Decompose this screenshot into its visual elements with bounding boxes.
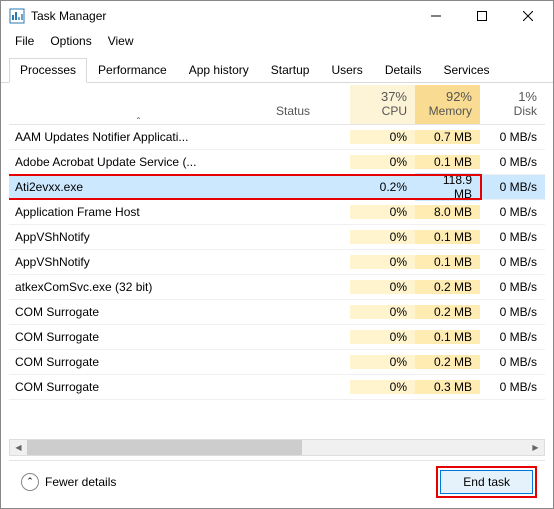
app-icon [9,8,25,24]
process-cpu: 0% [350,280,415,294]
process-name: AppVShNotify [9,230,268,244]
fewer-details-button[interactable]: ⌃ Fewer details [21,473,116,491]
process-disk: 0 MB/s [480,155,545,169]
menubar: File Options View [1,31,553,51]
column-status[interactable]: Status [268,100,350,124]
menu-view[interactable]: View [100,32,142,50]
process-memory: 118.9 MB [415,173,480,201]
process-name: COM Surrogate [9,355,268,369]
process-cpu: 0.2% [350,180,415,194]
table-row[interactable]: Application Frame Host 0%8.0 MB0 MB/s [9,200,545,225]
window-title: Task Manager [31,9,413,23]
table-row[interactable]: Adobe Acrobat Update Service (... 0%0.1 M… [9,150,545,175]
process-name: COM Surrogate [9,305,268,319]
process-memory: 0.7 MB [415,130,480,144]
table-row[interactable]: AAM Updates Notifier Applicati... 0%0.7 M… [9,125,545,150]
process-disk: 0 MB/s [480,180,545,194]
process-name: AppVShNotify [9,255,268,269]
process-memory: 0.3 MB [415,380,480,394]
process-memory: 0.1 MB [415,330,480,344]
process-memory: 0.1 MB [415,230,480,244]
process-cpu: 0% [350,355,415,369]
process-name: COM Surrogate [9,330,268,344]
process-memory: 0.2 MB [415,355,480,369]
sort-asc-icon: ⌃ [135,116,142,125]
chevron-up-icon: ⌃ [21,473,39,491]
footer: ⌃ Fewer details End task [9,460,545,502]
process-disk: 0 MB/s [480,380,545,394]
table-row[interactable]: AppVShNotify 0%0.1 MB0 MB/s [9,250,545,275]
table-row[interactable]: AppVShNotify 0%0.1 MB0 MB/s [9,225,545,250]
tab-bar: Processes Performance App history Startu… [1,51,553,83]
process-cpu: 0% [350,255,415,269]
end-task-button[interactable]: End task [440,470,533,494]
menu-options[interactable]: Options [42,32,99,50]
process-table: ⌃Name Status 37%CPU 92%Memory 1%Disk AAM… [1,83,553,439]
tab-performance[interactable]: Performance [87,58,178,83]
process-cpu: 0% [350,205,415,219]
scroll-track[interactable] [27,440,527,455]
column-cpu[interactable]: 37%CPU [350,85,415,124]
titlebar: Task Manager [1,1,553,31]
process-memory: 0.2 MB [415,305,480,319]
process-disk: 0 MB/s [480,205,545,219]
horizontal-scrollbar[interactable]: ◀ ▶ [9,439,545,456]
process-disk: 0 MB/s [480,255,545,269]
tab-app-history[interactable]: App history [178,58,260,83]
table-row[interactable]: Ati2evxx.exe 0.2%118.9 MB0 MB/s [9,175,545,200]
column-disk[interactable]: 1%Disk [480,85,545,124]
table-rows: AAM Updates Notifier Applicati...0%0.7 M… [9,125,545,439]
minimize-button[interactable] [413,1,459,31]
scroll-left-icon[interactable]: ◀ [10,440,27,455]
process-disk: 0 MB/s [480,305,545,319]
table-row[interactable]: COM Surrogate 0%0.2 MB0 MB/s [9,350,545,375]
process-name: Application Frame Host [9,205,268,219]
scroll-thumb[interactable] [27,440,302,455]
process-disk: 0 MB/s [480,330,545,344]
tab-users[interactable]: Users [320,58,373,83]
process-disk: 0 MB/s [480,355,545,369]
process-cpu: 0% [350,155,415,169]
menu-file[interactable]: File [7,32,42,50]
table-row[interactable]: COM Surrogate 0%0.2 MB0 MB/s [9,300,545,325]
tab-startup[interactable]: Startup [260,58,321,83]
process-cpu: 0% [350,380,415,394]
scroll-right-icon[interactable]: ▶ [527,440,544,455]
table-row[interactable]: COM Surrogate 0%0.3 MB0 MB/s [9,375,545,400]
column-name[interactable]: ⌃Name [9,114,268,124]
table-header: ⌃Name Status 37%CPU 92%Memory 1%Disk [9,83,545,125]
process-name: AAM Updates Notifier Applicati... [9,130,268,144]
process-cpu: 0% [350,330,415,344]
table-row[interactable]: atkexComSvc.exe (32 bit) 0%0.2 MB0 MB/s [9,275,545,300]
process-cpu: 0% [350,230,415,244]
process-disk: 0 MB/s [480,130,545,144]
tab-services[interactable]: Services [433,58,501,83]
process-memory: 0.1 MB [415,155,480,169]
maximize-button[interactable] [459,1,505,31]
process-memory: 0.1 MB [415,255,480,269]
process-memory: 8.0 MB [415,205,480,219]
process-name: Ati2evxx.exe [9,180,268,194]
tab-details[interactable]: Details [374,58,433,83]
column-memory[interactable]: 92%Memory [415,85,480,124]
close-button[interactable] [505,1,551,31]
process-memory: 0.2 MB [415,280,480,294]
tab-processes[interactable]: Processes [9,58,87,83]
process-name: Adobe Acrobat Update Service (... [9,155,268,169]
process-name: atkexComSvc.exe (32 bit) [9,280,268,294]
fewer-details-label: Fewer details [45,475,116,489]
process-disk: 0 MB/s [480,280,545,294]
process-disk: 0 MB/s [480,230,545,244]
table-row[interactable]: COM Surrogate 0%0.1 MB0 MB/s [9,325,545,350]
process-name: COM Surrogate [9,380,268,394]
process-cpu: 0% [350,130,415,144]
process-cpu: 0% [350,305,415,319]
